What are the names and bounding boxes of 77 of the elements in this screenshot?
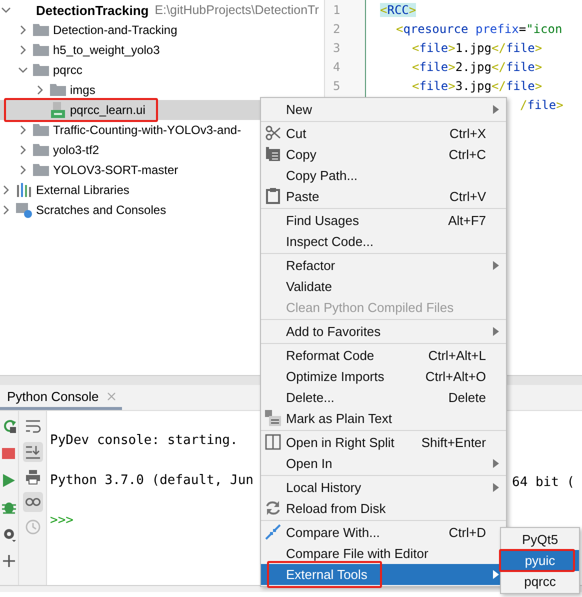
menu-item[interactable]: New	[261, 99, 506, 120]
folder-icon	[33, 22, 49, 38]
line-number: 2	[333, 22, 340, 36]
rerun-icon[interactable]	[2, 419, 16, 434]
chevron-right-icon[interactable]	[18, 24, 28, 36]
folder-icon	[33, 42, 49, 58]
folder-icon	[33, 62, 49, 78]
menu-item[interactable]: Mark as Plain Text	[261, 408, 506, 429]
chevron-right-icon[interactable]	[18, 124, 28, 136]
reload-icon	[265, 500, 281, 516]
file-name[interactable]: pqrcc	[53, 63, 82, 77]
copy-icon	[265, 146, 281, 162]
folder-icon	[33, 122, 49, 138]
glasses-icon[interactable]	[22, 492, 42, 512]
folder-icon	[33, 142, 49, 158]
chevron-right-icon[interactable]	[1, 204, 11, 216]
menu-item[interactable]: Refactor	[261, 255, 506, 276]
qt-file-icon	[50, 102, 66, 118]
menu-item[interactable]: Local History	[261, 477, 506, 498]
file-name[interactable]: yolo3-tf2	[53, 143, 100, 157]
code-line: /file>	[520, 98, 564, 112]
file-name[interactable]: imgs	[70, 83, 96, 97]
settings-icon[interactable]	[2, 527, 16, 542]
folder-icon	[50, 82, 66, 98]
line-number: 4	[333, 60, 340, 74]
chevron-right-icon[interactable]	[18, 144, 28, 156]
code-line: <qresource prefix="icon	[396, 22, 562, 36]
menu-item[interactable]: Inspect Code...	[261, 231, 506, 252]
compare-icon	[265, 524, 281, 540]
code-line: <file>1.jpg</file>	[412, 41, 542, 55]
file-name[interactable]: Scratches and Consoles	[36, 203, 166, 217]
file-name[interactable]: Detection-and-Tracking	[53, 23, 178, 37]
console-output: 64 bit (	[512, 475, 575, 490]
console-output: PyDev console: starting.	[50, 433, 238, 448]
code-line: <file>3.jpg</file>	[412, 79, 542, 93]
menu-item[interactable]: Paste Ctrl+V	[261, 186, 506, 207]
file-name[interactable]: YOLOV3-SORT-master	[53, 163, 178, 177]
chevron-right-icon[interactable]	[35, 84, 45, 96]
menu-item[interactable]: Open in Right Split Shift+Enter	[261, 432, 506, 453]
menu-item[interactable]: Reload from Disk	[261, 498, 506, 519]
scroll-to-end-icon[interactable]	[22, 442, 42, 462]
console-prompt: >>>	[50, 513, 74, 528]
split-icon	[265, 434, 281, 450]
line-number: 3	[333, 41, 340, 55]
project-path: E:\gitHubProjects\DetectionTr	[154, 3, 319, 17]
add-icon[interactable]	[2, 554, 16, 569]
menu-item[interactable]: Open In	[261, 453, 506, 474]
plain-text-icon	[265, 410, 281, 426]
menu-item[interactable]: Validate	[261, 276, 506, 297]
chevron-right-icon[interactable]	[18, 164, 28, 176]
console-output: Python 3.7.0 (default, Jun	[50, 473, 254, 488]
file-name[interactable]: DetectionTracking	[36, 2, 149, 18]
menu-item[interactable]: Cut Ctrl+X	[261, 123, 506, 144]
file-name[interactable]: h5_to_weight_yolo3	[53, 43, 160, 57]
scissors-icon	[265, 125, 281, 141]
file-name[interactable]: External Libraries	[36, 183, 130, 197]
chevron-right-icon[interactable]	[1, 184, 11, 196]
libraries-icon	[16, 182, 32, 198]
line-number: 1	[333, 3, 340, 17]
bug-icon[interactable]	[2, 500, 16, 515]
menu-item[interactable]: Copy Path...	[261, 165, 506, 186]
stop-icon[interactable]	[2, 446, 16, 461]
line-number: 5	[333, 79, 340, 93]
menu-item[interactable]: Find Usages Alt+F7	[261, 210, 506, 231]
clipboard-icon	[265, 188, 281, 204]
file-name[interactable]: pqrcc_learn.ui	[70, 103, 146, 117]
run-icon[interactable]	[2, 473, 16, 488]
file-name[interactable]: Traffic-Counting-with-YOLOv3-and-	[53, 123, 242, 137]
folder-icon	[33, 162, 49, 178]
menu-item[interactable]: Delete... Delete	[261, 387, 506, 408]
menu-item[interactable]: Reformat Code Ctrl+Alt+L	[261, 345, 506, 366]
code-line: <file>2.jpg</file>	[412, 60, 542, 74]
menu-item[interactable]: Optimize Imports Ctrl+Alt+O	[261, 366, 506, 387]
menu-item[interactable]: Copy Ctrl+C	[261, 144, 506, 165]
scratches-icon	[16, 202, 32, 218]
menu-item[interactable]: Add to Favorites	[261, 321, 506, 342]
chevron-right-icon[interactable]	[18, 44, 28, 56]
